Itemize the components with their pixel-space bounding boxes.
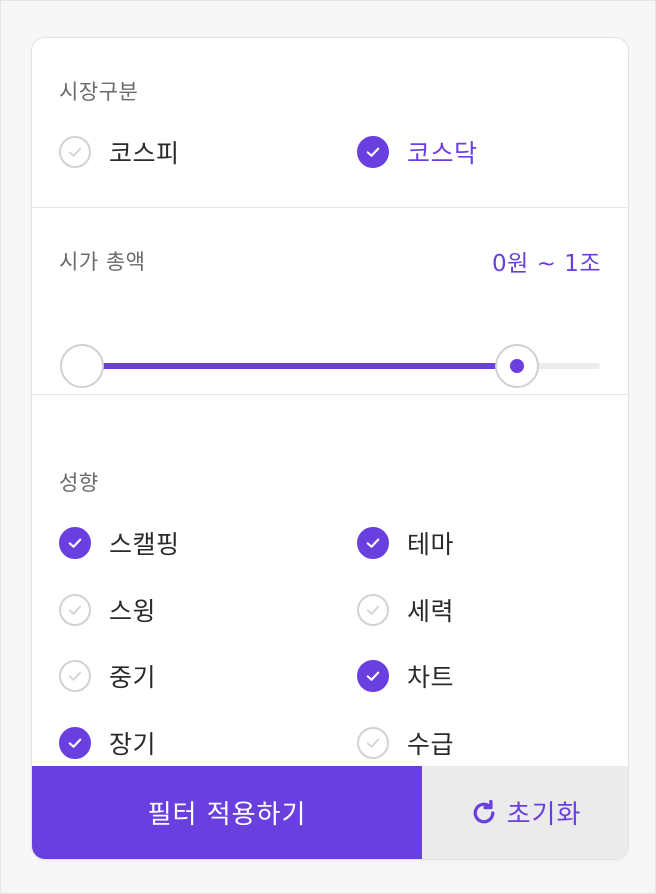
option-force[interactable]: 세력: [357, 593, 454, 627]
check-icon: [357, 660, 389, 692]
filter-panel: 시장구분 코스피 코스닥 시가 총액 0원 ~ 1조 성향 스캘핑 테마 스윙 …: [31, 37, 629, 860]
option-label: 장기: [109, 730, 157, 759]
check-icon: [357, 594, 389, 626]
style-title: 성향: [59, 471, 99, 495]
slider-handle-dot: [510, 359, 525, 373]
check-icon: [357, 136, 389, 168]
option-label: 중기: [109, 663, 157, 692]
style-section: 성향 스캘핑 테마 스윙 세력 중기 차트 장기 수급: [32, 395, 628, 765]
option-long-term[interactable]: 장기: [59, 726, 156, 760]
slider-min-handle[interactable]: [60, 344, 104, 388]
slider-max-handle[interactable]: [495, 344, 540, 388]
option-scalping[interactable]: 스캘핑: [59, 526, 180, 560]
option-label: 스윙: [109, 597, 157, 626]
option-chart[interactable]: 차트: [357, 659, 454, 693]
reset-label: 초기화: [506, 800, 582, 830]
check-icon: [59, 527, 91, 559]
refresh-icon: [473, 799, 494, 823]
check-icon: [59, 727, 91, 759]
screen-frame: 시장구분 코스피 코스닥 시가 총액 0원 ~ 1조 성향 스캘핑 테마 스윙 …: [0, 0, 656, 894]
option-label: 수급: [407, 730, 455, 759]
option-label: 코스닥: [407, 139, 478, 168]
option-label: 차트: [407, 663, 455, 692]
option-kospi[interactable]: 코스피: [59, 135, 180, 169]
market-cap-range: 0원 ~ 1조: [492, 251, 601, 277]
option-swing[interactable]: 스윙: [59, 593, 156, 627]
option-theme[interactable]: 테마: [357, 526, 454, 560]
check-icon: [59, 660, 91, 692]
option-label: 테마: [407, 530, 455, 559]
option-kosdaq[interactable]: 코스닥: [357, 135, 478, 169]
option-label: 코스피: [109, 139, 180, 168]
market-cap-section: 시가 총액 0원 ~ 1조: [32, 208, 628, 395]
check-icon: [59, 594, 91, 626]
check-icon: [357, 727, 389, 759]
option-label: 세력: [407, 597, 455, 626]
option-label: 스캘핑: [109, 530, 180, 559]
check-icon: [59, 136, 91, 168]
reset-button[interactable]: 초기화: [422, 766, 628, 859]
option-mid-term[interactable]: 중기: [59, 659, 156, 693]
slider-fill: [82, 363, 518, 369]
market-section: 시장구분 코스피 코스닥: [32, 38, 628, 208]
market-cap-title: 시가 총액: [59, 250, 146, 274]
option-supply-demand[interactable]: 수급: [357, 726, 454, 760]
apply-filter-button[interactable]: 필터 적용하기: [32, 766, 422, 859]
market-title: 시장구분: [59, 80, 139, 104]
check-icon: [357, 527, 389, 559]
